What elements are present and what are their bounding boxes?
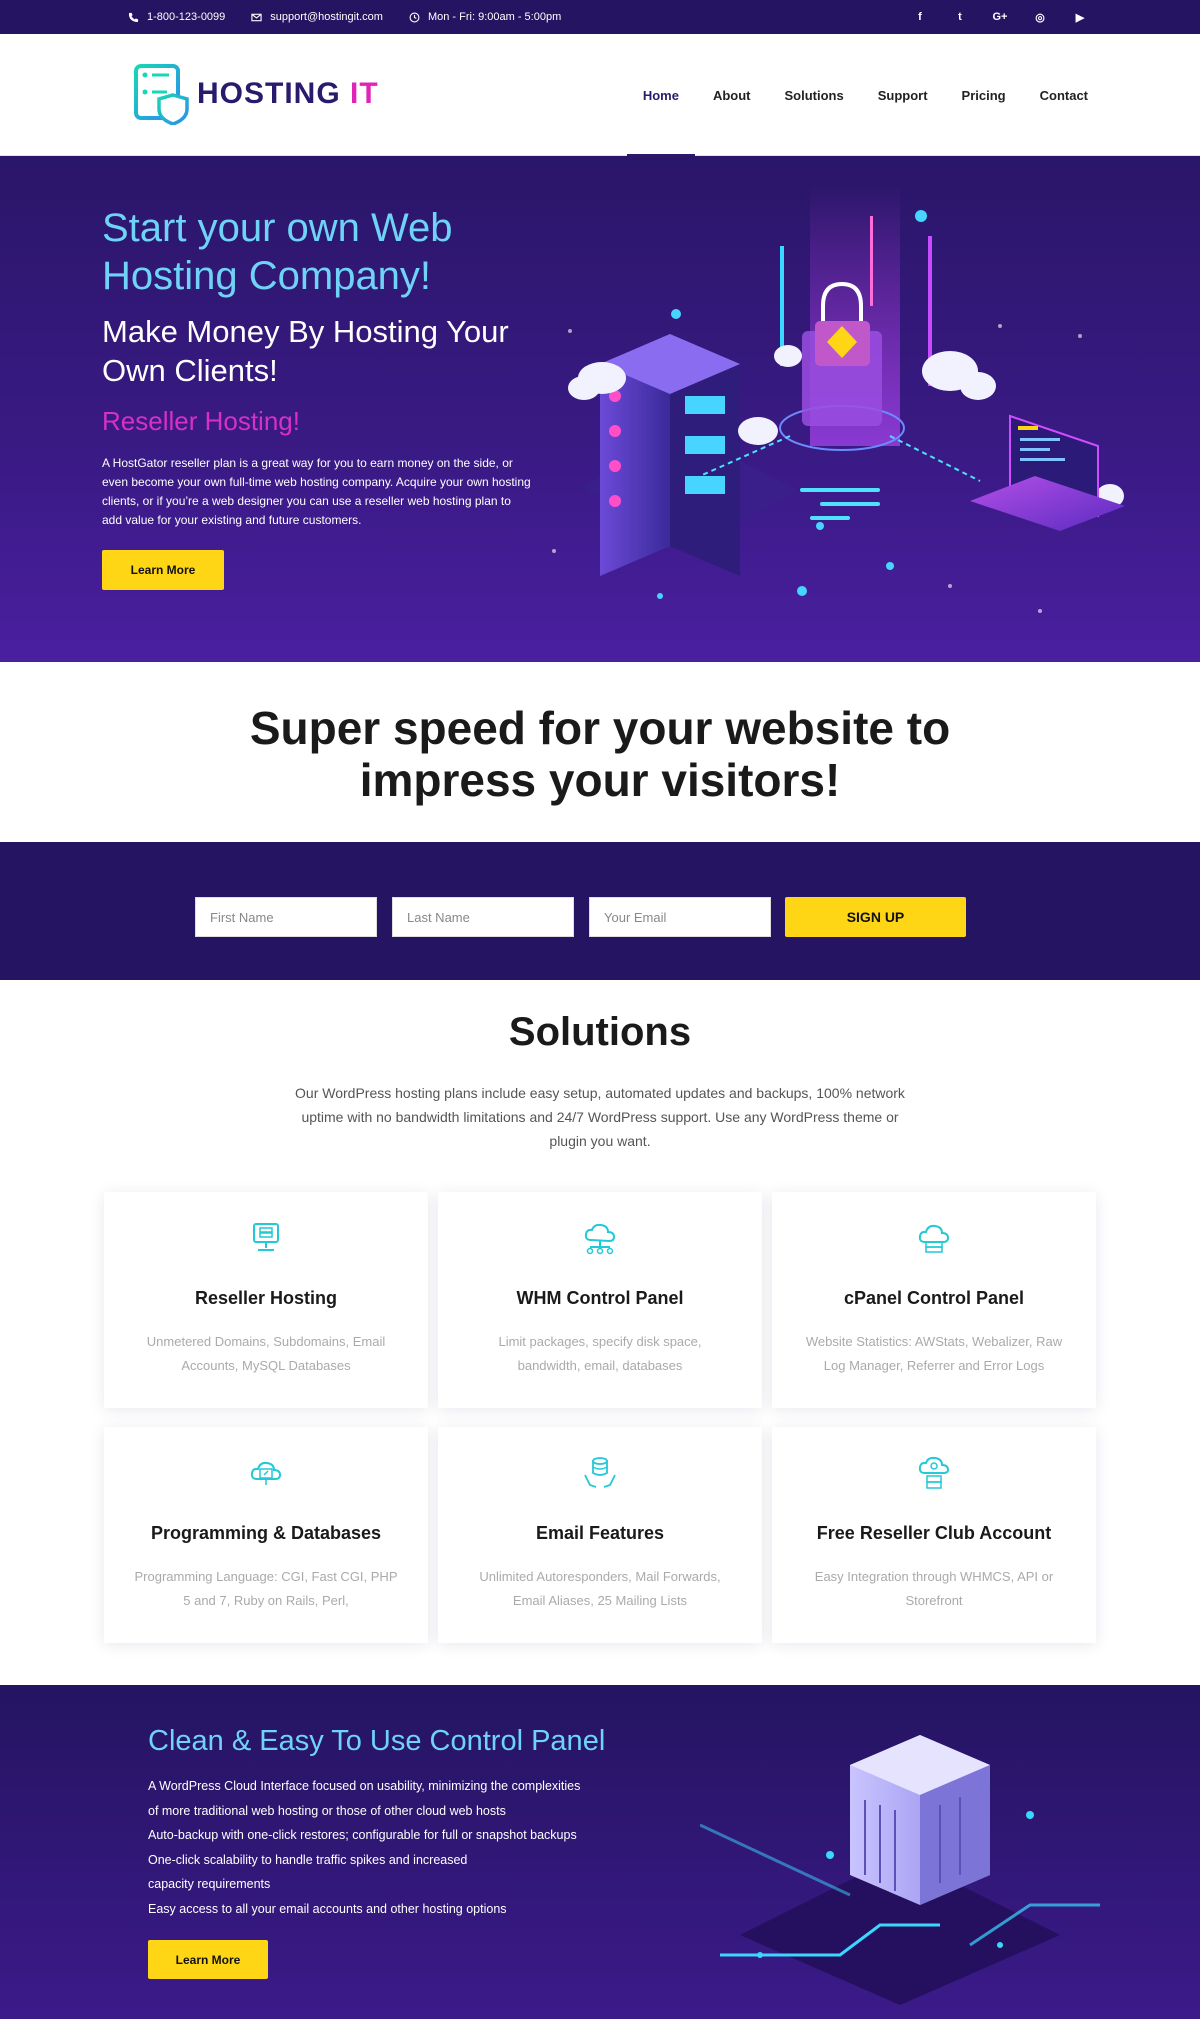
server-monitor-icon [253, 1223, 279, 1251]
solution-card-cpanel-control-panel[interactable]: cPanel Control Panel Website Statistics:… [772, 1192, 1096, 1408]
server-rack-illustration [700, 1735, 1100, 2005]
feature-line: Easy access to all your email accounts a… [148, 1901, 507, 1916]
brand-accent: IT [350, 77, 379, 110]
control-panel-learn-more-button[interactable]: Learn More [148, 1940, 268, 1979]
hours-info: Mon - Fri: 9:00am - 5:00pm [409, 11, 561, 23]
cloud-server-icon [918, 1224, 950, 1253]
hero-body: A HostGator reseller plan is a great way… [102, 456, 531, 527]
nav-solutions[interactable]: Solutions [784, 34, 843, 156]
youtube-icon[interactable]: ▶ [1072, 11, 1088, 24]
card-title: Email Features [535, 1523, 665, 1543]
business-hours: Mon - Fri: 9:00am - 5:00pm [427, 11, 562, 23]
solution-card-reseller-hosting[interactable]: Reseller Hosting Unmetered Domains, Subd… [104, 1192, 428, 1408]
facebook-icon[interactable]: f [912, 11, 928, 23]
speed-headline: Super speed for your website to impress … [249, 702, 951, 806]
speed-section: Super speed for your website to impress … [0, 662, 1200, 842]
signup-section: First Name Last Name Your Email SIGN UP [0, 842, 1200, 980]
solution-card-email-features[interactable]: Email Features Unlimited Autoresponders,… [438, 1427, 762, 1643]
card-title: Reseller Hosting [194, 1288, 338, 1308]
card-text: Website Statistics: AWStats, Webalizer, … [805, 1334, 1063, 1373]
feature-line: capacity requirements [148, 1877, 271, 1891]
solution-card-free-reseller-club-account[interactable]: Free Reseller Club Account Easy Integrat… [772, 1427, 1096, 1643]
solution-card-programming-databases[interactable]: Programming & Databases Programming Lang… [104, 1427, 428, 1643]
hero-tagline: Reseller Hosting! [102, 406, 300, 436]
email-contact[interactable]: support@hostingit.com [251, 11, 383, 23]
feature-line: A WordPress Cloud Interface focused on u… [148, 1779, 581, 1793]
cloud-code-icon [250, 1461, 282, 1485]
mail-icon [251, 13, 262, 21]
hero-subtitle: Make Money By Hosting Your Own Clients! [102, 314, 509, 388]
google-plus-icon[interactable]: G+ [992, 11, 1008, 23]
main-nav: Home About Solutions Support Pricing Con… [626, 34, 1088, 157]
feature-line: of more traditional web hosting or those… [148, 1803, 506, 1818]
card-title: Free Reseller Club Account [816, 1523, 1052, 1543]
hero-title: Start your own Web Hosting Company! [102, 206, 453, 298]
twitter-icon[interactable]: t [952, 11, 968, 23]
cloud-network-icon [584, 1223, 616, 1255]
card-title: WHM Control Panel [516, 1288, 684, 1308]
contact-info: 1-800-123-0099 support@hostingit.com Mon… [128, 0, 561, 34]
control-panel-features: A WordPress Cloud Interface focused on u… [148, 1774, 628, 1921]
phone-contact[interactable]: 1-800-123-0099 [128, 11, 225, 23]
server-shield-logo-icon [134, 64, 189, 125]
top-bar: 1-800-123-0099 support@hostingit.com Mon… [0, 0, 1200, 34]
card-text: Unmetered Domains, Subdomains, Email Acc… [146, 1334, 386, 1373]
solution-card-whm-control-panel[interactable]: WHM Control Panel Limit packages, specif… [438, 1192, 762, 1408]
logo[interactable]: HOSTING IT [133, 63, 379, 125]
card-title: cPanel Control Panel [843, 1288, 1025, 1308]
email-address: support@hostingit.com [270, 11, 383, 23]
hero-section: Start your own Web Hosting Company! Make… [0, 156, 1200, 662]
nav-pricing[interactable]: Pricing [962, 34, 1006, 156]
site-header: HOSTING IT Home About Solutions Support … [0, 34, 1200, 157]
nav-contact[interactable]: Contact [1040, 34, 1088, 156]
instagram-icon[interactable]: ◎ [1032, 11, 1048, 24]
phone-icon [128, 12, 139, 22]
first-name-input[interactable]: First Name [195, 897, 377, 937]
card-text: Unlimited Autoresponders, Mail Forwards,… [479, 1569, 721, 1608]
phone-number: 1-800-123-0099 [147, 11, 226, 23]
nav-home[interactable]: Home [626, 34, 696, 157]
control-panel-section: Clean & Easy To Use Control Panel A Word… [0, 1685, 1200, 2019]
last-name-input[interactable]: Last Name [392, 897, 574, 937]
nav-support[interactable]: Support [878, 34, 928, 156]
solutions-title: Solutions [508, 1010, 692, 1054]
signup-button[interactable]: SIGN UP [785, 897, 966, 937]
nav-about[interactable]: About [713, 34, 751, 156]
hero-learn-more-button[interactable]: Learn More [102, 550, 224, 590]
brand-name: HOSTING [197, 77, 341, 110]
control-panel-title: Clean & Easy To Use Control Panel [148, 1725, 606, 1757]
solutions-description: Our WordPress hosting plans include easy… [295, 1085, 905, 1149]
feature-line: One-click scalability to handle traffic … [148, 1852, 468, 1867]
cloud-user-icon [918, 1456, 950, 1489]
card-text: Easy Integration through WHMCS, API or S… [814, 1569, 1054, 1608]
card-text: Limit packages, specify disk space, band… [498, 1334, 702, 1373]
card-text: Programming Language: CGI, Fast CGI, PHP… [134, 1569, 398, 1608]
card-title: Programming & Databases [150, 1523, 382, 1543]
hands-database-icon [584, 1457, 616, 1488]
social-links: f t G+ ◎ ▶ [912, 0, 1088, 34]
hosting-illustration [552, 186, 1125, 613]
brand-wordmark: HOSTING IT [197, 77, 379, 111]
clock-icon [409, 12, 420, 22]
feature-line: Auto-backup with one-click restores; con… [148, 1828, 577, 1842]
email-input[interactable]: Your Email [589, 897, 771, 937]
